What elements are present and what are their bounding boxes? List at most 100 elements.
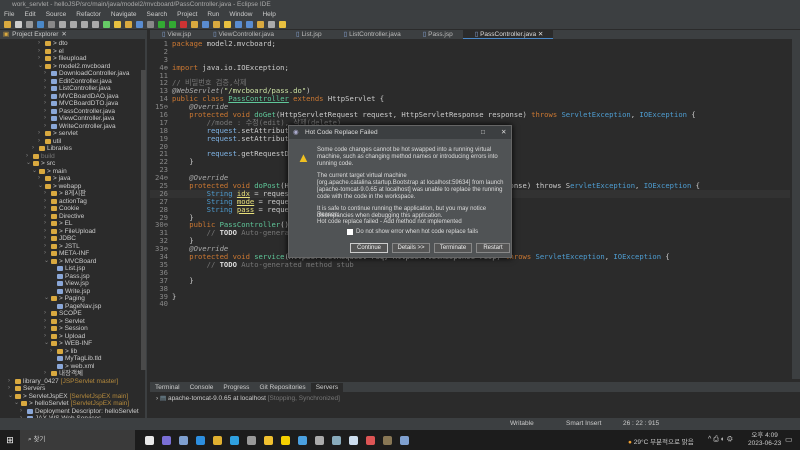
toolbar-button-icon[interactable]	[191, 21, 198, 28]
expand-toggle-icon[interactable]: ›	[44, 93, 49, 101]
tree-item[interactable]: › META-INF	[0, 250, 145, 258]
taskbar-app-icon[interactable]	[400, 435, 409, 445]
close-icon[interactable]: ✕	[536, 31, 543, 38]
expand-toggle-icon[interactable]: ⌄	[26, 160, 31, 168]
tree-item[interactable]: List.jsp	[0, 265, 145, 273]
tree-item[interactable]: › > FileUpload	[0, 228, 145, 236]
tree-item[interactable]: › EditController.java	[0, 78, 145, 86]
toolbar-button-icon[interactable]	[37, 21, 44, 28]
tree-item[interactable]: ⌄ > src	[0, 160, 145, 168]
tree-item[interactable]: View.jsp	[0, 280, 145, 288]
expand-toggle-icon[interactable]: ›	[44, 235, 49, 243]
taskbar-app-icon[interactable]	[213, 435, 222, 445]
tree-item[interactable]: MyTagLib.tld	[0, 355, 145, 363]
tree-item[interactable]: › > java	[0, 175, 145, 183]
expand-toggle-icon[interactable]: ›	[44, 115, 49, 123]
tab-viewcontroller-java[interactable]: ▯ ViewController.java	[201, 30, 284, 39]
menu-file[interactable]: File	[4, 10, 14, 19]
tab-pass-jsp[interactable]: ▯ Pass.jsp	[411, 30, 463, 39]
tree-item[interactable]: › PassController.java	[0, 108, 145, 116]
expand-toggle-icon[interactable]: ›	[44, 190, 49, 198]
tree-item[interactable]: › > JSTL	[0, 243, 145, 251]
tree-item[interactable]: ⌄ > main	[0, 168, 145, 176]
tab-servers[interactable]: Servers	[310, 383, 344, 392]
tree-item[interactable]: › Deployment Descriptor: helloServlet	[0, 408, 145, 416]
tree-item[interactable]: ⌄ > helloServlet [ServletJspEX main]	[0, 400, 145, 408]
tree-item[interactable]: › JDBC	[0, 235, 145, 243]
tab-listcontroller-java[interactable]: ▯ ListController.java	[332, 30, 411, 39]
toolbar-button-icon[interactable]	[279, 21, 286, 28]
code-line[interactable]: 14 public class PassController extends Ht…	[150, 95, 790, 103]
expand-toggle-icon[interactable]: ›	[44, 85, 49, 93]
tree-item[interactable]: › > servlet	[0, 130, 145, 138]
toolbar-button-icon[interactable]	[158, 21, 165, 28]
tab-view-jsp[interactable]: ▯ View.jsp	[150, 30, 201, 39]
expand-toggle-icon[interactable]: ›	[38, 138, 43, 146]
maximize-icon[interactable]: □	[481, 126, 485, 139]
expand-toggle-icon[interactable]: ›	[44, 205, 49, 213]
expand-toggle-icon[interactable]: ⌄	[8, 393, 13, 401]
tab-console[interactable]: Console	[185, 383, 219, 392]
expand-toggle-icon[interactable]: ›	[44, 370, 49, 378]
tab-passcontroller-java[interactable]: ▯ PassController.java ✕	[462, 30, 554, 39]
tree-item[interactable]: › > el	[0, 48, 145, 56]
toolbar-button-icon[interactable]	[246, 21, 253, 28]
tree-item[interactable]: › SCOPE	[0, 310, 145, 318]
taskbar-app-icon[interactable]	[230, 435, 239, 445]
menu-run[interactable]: Run	[207, 10, 219, 19]
tree-item[interactable]: › Servers	[0, 385, 145, 393]
tree-item[interactable]: › MVCBoardDAO.java	[0, 93, 145, 101]
toolbar-button-icon[interactable]	[81, 21, 88, 28]
taskbar-app-icon[interactable]	[383, 435, 392, 445]
clock[interactable]: 오후 4:09 2023-06-23	[748, 432, 781, 448]
code-line[interactable]: 4⊕ import java.io.IOException;	[150, 63, 790, 72]
tray-icons[interactable]: ^ ⎙ ◐ ⚙	[708, 436, 733, 444]
code-line[interactable]: 39}	[150, 292, 790, 301]
expand-toggle-icon[interactable]: ›	[26, 153, 31, 161]
tree-item[interactable]: › ViewController.java	[0, 115, 145, 123]
windows-start-icon[interactable]: ⊞	[0, 435, 20, 446]
expand-toggle-icon[interactable]: ›	[38, 48, 43, 56]
tree-item[interactable]: › build	[0, 153, 145, 161]
toolbar-button-icon[interactable]	[147, 21, 154, 28]
expand-toggle-icon[interactable]: ›	[44, 100, 49, 108]
taskbar-app-icon[interactable]	[247, 435, 256, 445]
toolbar-button-icon[interactable]	[59, 21, 66, 28]
code-line[interactable]: 2	[150, 47, 790, 56]
expand-toggle-icon[interactable]: ›	[8, 385, 13, 393]
expand-toggle-icon[interactable]: ⌄	[14, 400, 19, 408]
menu-edit[interactable]: Edit	[24, 10, 35, 19]
expand-toggle-icon[interactable]: ›	[38, 175, 43, 183]
tree-item[interactable]: › > Servlet	[0, 318, 145, 326]
tree-item[interactable]: › ListController.java	[0, 85, 145, 93]
taskbar-app-icon[interactable]	[332, 435, 341, 445]
expand-toggle-icon[interactable]: ⌄	[44, 258, 49, 266]
code-line[interactable]: 1 package model2.mvcboard;	[150, 40, 790, 48]
tree-item[interactable]: › > fileupload	[0, 55, 145, 63]
tree-item[interactable]: ⌄ > model2.mvcboard	[0, 63, 145, 71]
expand-toggle-icon[interactable]: ›	[44, 310, 49, 318]
tab-progress[interactable]: Progress	[218, 383, 254, 392]
code-line[interactable]: 36	[150, 268, 790, 277]
taskbar-app-icon[interactable]	[145, 435, 154, 445]
restart-button[interactable]: Restart	[476, 243, 510, 253]
tree-item[interactable]: > web.xml	[0, 363, 145, 371]
tree-item[interactable]: › > dto	[0, 40, 145, 48]
taskbar-app-icon[interactable]	[298, 435, 307, 445]
toolbar-button-icon[interactable]	[26, 21, 33, 28]
menu-source[interactable]: Source	[46, 10, 67, 19]
expand-toggle-icon[interactable]: ›	[44, 250, 49, 258]
toolbar-button-icon[interactable]	[136, 21, 143, 28]
expand-toggle-icon[interactable]: ⌄	[38, 63, 43, 71]
expand-toggle-icon[interactable]: ›	[44, 325, 49, 333]
toolbar-button-icon[interactable]	[125, 21, 132, 28]
project-explorer-tab[interactable]: ▣ Project Explorer ✕	[0, 30, 145, 39]
expand-toggle-icon[interactable]: ›	[44, 198, 49, 206]
tab-terminal[interactable]: Terminal	[150, 383, 185, 392]
expand-toggle-icon[interactable]: ›	[44, 108, 49, 116]
menu-refactor[interactable]: Refactor	[76, 10, 101, 19]
toolbar-button-icon[interactable]	[15, 21, 22, 28]
toolbar-button-icon[interactable]	[224, 21, 231, 28]
taskbar-app-icon[interactable]	[264, 435, 273, 445]
toolbar-button-icon[interactable]	[114, 21, 121, 28]
